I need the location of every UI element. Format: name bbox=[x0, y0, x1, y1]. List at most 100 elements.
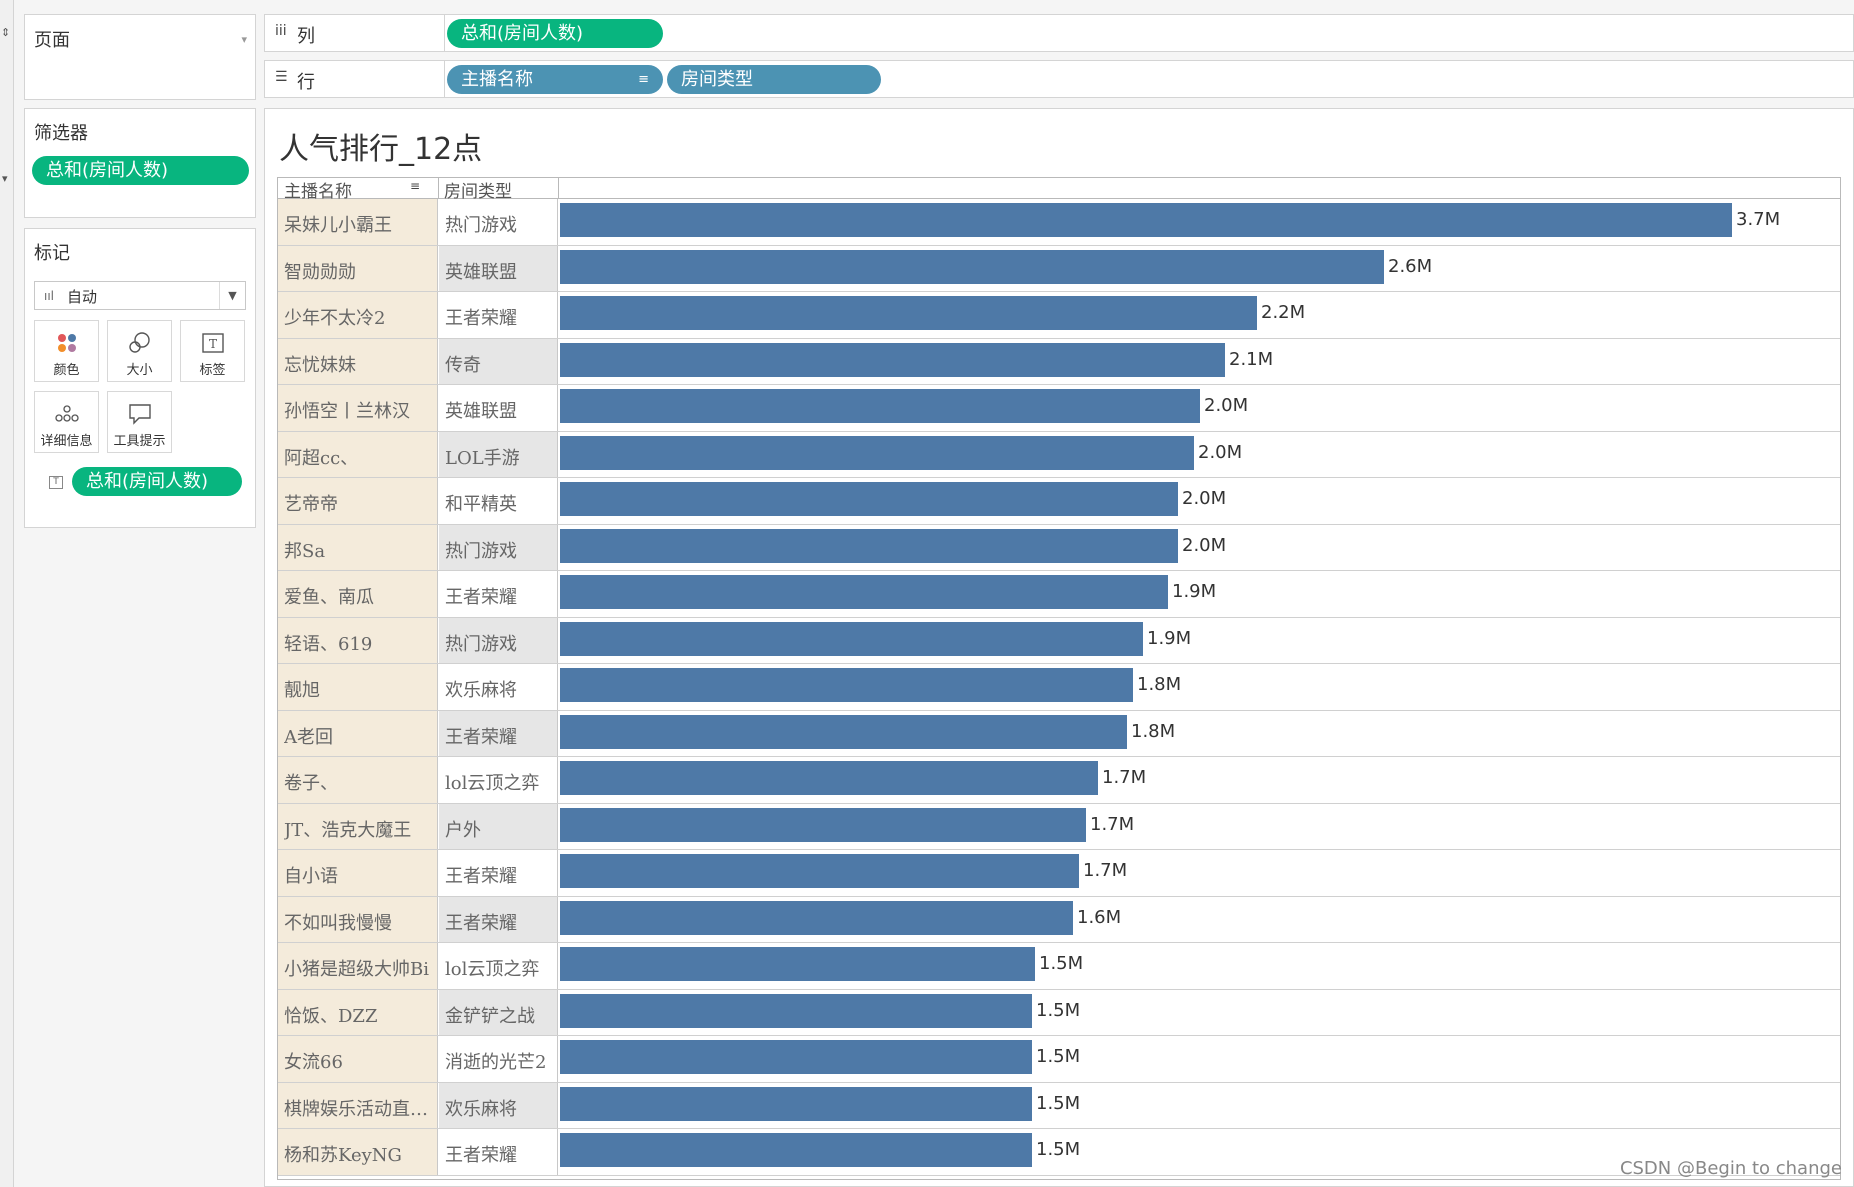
sort-icon[interactable]: ≡ bbox=[638, 65, 649, 94]
filter-pill[interactable]: 总和(房间人数) bbox=[32, 156, 249, 185]
anchor-name-cell[interactable]: 小猪是超级大帅Bi bbox=[278, 943, 438, 989]
room-type-cell[interactable]: 英雄联盟 bbox=[439, 245, 558, 291]
table-row: 小猪是超级大帅Bi lol云顶之弈 1.5M bbox=[278, 943, 1840, 990]
anchor-name: 不如叫我慢慢 bbox=[284, 912, 392, 934]
room-type-cell[interactable]: lol云顶之弈 bbox=[439, 943, 558, 989]
anchor-name-cell[interactable]: 恰饭、DZZ bbox=[278, 989, 438, 1035]
rows-pill-anchor-label: 主播名称 bbox=[461, 69, 533, 90]
anchor-name-cell[interactable]: 轻语、619 bbox=[278, 617, 438, 663]
bar-value-label: 2.0M bbox=[1182, 534, 1227, 556]
bar[interactable] bbox=[560, 621, 1143, 656]
mark-type-dropdown[interactable]: ııl 自动 ▼ bbox=[34, 281, 246, 310]
bar[interactable] bbox=[560, 1040, 1032, 1074]
room-type-cell[interactable]: 热门游戏 bbox=[439, 617, 558, 663]
bar[interactable] bbox=[560, 435, 1194, 470]
room-type-cell[interactable]: 王者荣耀 bbox=[439, 292, 558, 338]
room-type-cell[interactable]: 传奇 bbox=[439, 338, 558, 384]
bar[interactable] bbox=[560, 203, 1732, 237]
room-type-cell[interactable]: 英雄联盟 bbox=[439, 385, 558, 431]
bar[interactable] bbox=[560, 342, 1225, 377]
bar[interactable] bbox=[560, 575, 1168, 609]
bar[interactable] bbox=[560, 947, 1035, 981]
bar-value-label: 2.0M bbox=[1204, 395, 1249, 416]
anchor-name-cell[interactable]: 杨和苏KeyNG bbox=[278, 1129, 438, 1175]
bar-value-label: 1.8M bbox=[1137, 674, 1182, 695]
room-type-cell[interactable]: 消逝的光芒2 bbox=[439, 1036, 558, 1082]
bar[interactable] bbox=[560, 900, 1073, 935]
rows-shelf: ☰ 行 主播名称 ≡ 房间类型 bbox=[264, 60, 1854, 98]
anchor-name-cell[interactable]: 少年不太冷2 bbox=[278, 292, 438, 338]
anchor-name-cell[interactable]: 爱鱼、南瓜 bbox=[278, 571, 438, 617]
room-type-cell[interactable]: 王者荣耀 bbox=[439, 571, 558, 617]
room-type-cell[interactable]: 热门游戏 bbox=[439, 524, 558, 570]
room-type-cell[interactable]: 热门游戏 bbox=[439, 199, 558, 245]
table-row: 恰饭、DZZ 金铲铲之战 1.5M bbox=[278, 989, 1840, 1036]
room-type-cell[interactable]: 王者荣耀 bbox=[439, 710, 558, 756]
room-type-cell[interactable]: 户外 bbox=[439, 803, 558, 849]
size-button[interactable]: 大小 bbox=[107, 320, 172, 382]
collapse-arrow-icon[interactable]: ▾ bbox=[2, 172, 8, 185]
anchor-name-cell[interactable]: 自小语 bbox=[278, 850, 438, 896]
anchor-name-cell[interactable]: 邦Sa bbox=[278, 524, 438, 570]
anchor-name-cell[interactable]: 孙悟空丨兰林汉 bbox=[278, 385, 438, 431]
bar[interactable] bbox=[560, 993, 1032, 1028]
room-type-cell[interactable]: 欢乐麻将 bbox=[439, 664, 558, 710]
anchor-name-cell[interactable]: 女流66 bbox=[278, 1036, 438, 1082]
anchor-name-cell[interactable]: 卷子、 bbox=[278, 757, 438, 803]
bar[interactable] bbox=[560, 714, 1127, 749]
anchor-name-cell[interactable]: 不如叫我慢慢 bbox=[278, 896, 438, 942]
anchor-name-cell[interactable]: 艺帝帝 bbox=[278, 478, 438, 524]
anchor-name-cell[interactable]: 阿超cc、 bbox=[278, 431, 438, 477]
chevron-down-icon[interactable]: ▾ bbox=[241, 33, 247, 46]
bar[interactable] bbox=[560, 389, 1200, 423]
bar-value-label: 1.5M bbox=[1036, 1046, 1081, 1067]
anchor-name-cell[interactable]: 靓旭 bbox=[278, 664, 438, 710]
bar[interactable] bbox=[560, 296, 1257, 330]
resize-handle-icon[interactable]: ⇕ bbox=[1, 26, 10, 39]
anchor-name-cell[interactable]: 忘忧妹妹 bbox=[278, 338, 438, 384]
anchor-name: 爱鱼、南瓜 bbox=[284, 587, 374, 608]
rows-pill-room[interactable]: 房间类型 bbox=[667, 65, 881, 94]
columns-shelf-header: iii 列 bbox=[265, 15, 445, 51]
bar[interactable] bbox=[560, 1133, 1032, 1167]
room-type-cell[interactable]: LOL手游 bbox=[439, 431, 558, 477]
bar[interactable] bbox=[560, 854, 1079, 888]
room-type-cell[interactable]: 和平精英 bbox=[439, 478, 558, 524]
anchor-name-cell[interactable]: 智勋勋勋 bbox=[278, 245, 438, 291]
room-type-cell[interactable]: lol云顶之弈 bbox=[439, 757, 558, 803]
room-type: 英雄联盟 bbox=[445, 261, 517, 283]
detail-button[interactable]: 详细信息 bbox=[34, 391, 99, 453]
anchor-name: 棋牌娱乐活动直播.. bbox=[284, 1098, 436, 1120]
tooltip-button[interactable]: 工具提示 bbox=[107, 391, 172, 453]
anchor-name-cell[interactable]: JT、浩克大魔王 bbox=[278, 803, 438, 849]
columns-pill[interactable]: 总和(房间人数) bbox=[447, 19, 663, 48]
bar[interactable] bbox=[560, 482, 1178, 516]
color-button[interactable]: 颜色 bbox=[34, 320, 99, 382]
room-type-cell[interactable]: 金铲铲之战 bbox=[439, 989, 558, 1035]
room-type-cell[interactable]: 王者荣耀 bbox=[439, 1129, 558, 1175]
bar[interactable] bbox=[560, 807, 1086, 842]
bar-value-label: 2.0M bbox=[1198, 441, 1243, 463]
color-label: 颜色 bbox=[53, 363, 80, 378]
bar[interactable] bbox=[560, 528, 1178, 563]
rows-pill-anchor[interactable]: 主播名称 ≡ bbox=[447, 65, 663, 94]
anchor-name-cell[interactable]: 呆妹儿小霸王 bbox=[278, 199, 438, 245]
left-gutter: ⇕ ▾ bbox=[0, 0, 14, 1187]
bar[interactable] bbox=[560, 668, 1133, 702]
room-type: 热门游戏 bbox=[445, 540, 517, 562]
bar[interactable] bbox=[560, 1086, 1032, 1121]
room-type-cell[interactable]: 王者荣耀 bbox=[439, 850, 558, 896]
label-button[interactable]: T 标签 bbox=[180, 320, 245, 382]
anchor-name: 少年不太冷2 bbox=[284, 308, 386, 329]
room-type: 王者荣耀 bbox=[445, 866, 517, 887]
sort-icon[interactable]: ≡ bbox=[410, 179, 420, 193]
bar[interactable] bbox=[560, 249, 1384, 284]
bar[interactable] bbox=[560, 761, 1098, 795]
anchor-name-cell[interactable]: 棋牌娱乐活动直播.. bbox=[278, 1082, 438, 1128]
anchor-name: 阿超cc、 bbox=[284, 447, 359, 469]
dropdown-arrow-icon[interactable]: ▼ bbox=[219, 282, 245, 309]
marks-label-pill[interactable]: 总和(房间人数) bbox=[72, 467, 242, 496]
room-type-cell[interactable]: 王者荣耀 bbox=[439, 896, 558, 942]
anchor-name-cell[interactable]: A老回 bbox=[278, 710, 438, 756]
room-type-cell[interactable]: 欢乐麻将 bbox=[439, 1082, 558, 1128]
